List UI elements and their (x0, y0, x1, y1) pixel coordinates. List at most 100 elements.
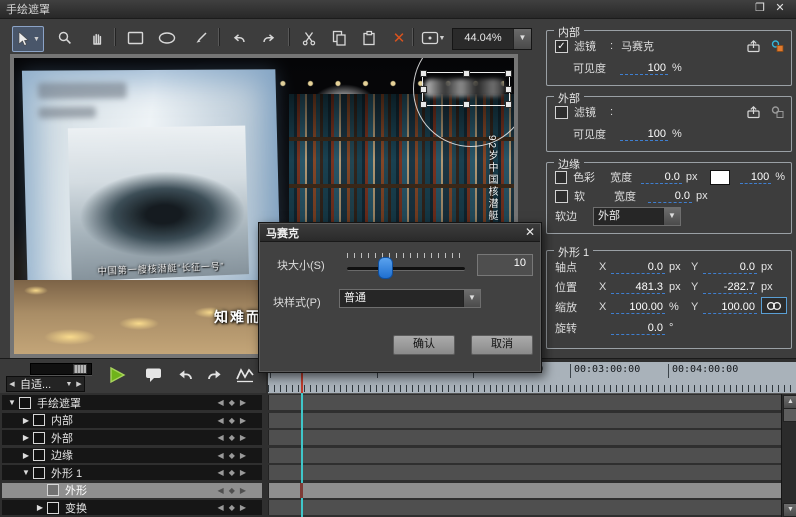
track-checkbox[interactable] (47, 502, 59, 514)
hand-tool-button[interactable] (84, 26, 110, 50)
track-lane[interactable] (268, 465, 781, 480)
zoom-level-caret-icon[interactable]: ▼ (513, 29, 531, 49)
block-size-value[interactable]: 10 (477, 254, 533, 276)
kf-next-icon[interactable]: ▶ (240, 503, 246, 512)
external-filter-checkbox[interactable] (555, 106, 568, 119)
edge-soft-width-value[interactable]: 0.0 (648, 190, 692, 203)
track-lane[interactable] (268, 500, 781, 515)
rotation-value[interactable]: 0.0 (611, 322, 665, 335)
delete-button[interactable]: ✕ (386, 26, 412, 50)
comment-button[interactable] (140, 361, 166, 389)
anchor-x-value[interactable]: 0.0 (611, 261, 665, 274)
position-x-value[interactable]: 481.3 (611, 281, 665, 294)
filter-settings-icon[interactable] (770, 39, 785, 53)
kf-prev-icon[interactable]: ◀ (218, 398, 224, 407)
mosaic-dialog[interactable]: 马赛克 ✕ 块大小(S) 10 块样式(P) 普通 ▼ 确认 取消 (258, 222, 542, 373)
edge-color-checkbox[interactable] (555, 171, 567, 184)
mask-handle-mid-right[interactable] (505, 86, 512, 93)
kf-prev-icon[interactable]: ◀ (218, 416, 224, 425)
ellipse-tool-button[interactable] (154, 26, 180, 50)
kf-add-icon[interactable]: ◆ (229, 398, 235, 407)
timeline-redo-button[interactable] (202, 361, 228, 389)
track-lane[interactable] (268, 395, 781, 410)
position-y-value[interactable]: -282.7 (703, 281, 757, 294)
kf-next-icon[interactable]: ▶ (240, 468, 246, 477)
track-checkbox[interactable] (33, 432, 45, 444)
kf-next-icon[interactable]: ▶ (240, 398, 246, 407)
expand-icon[interactable]: ▼ (6, 398, 18, 407)
expand-icon[interactable]: ▼ (20, 468, 32, 477)
mask-handle-top-center[interactable] (463, 70, 470, 77)
scroll-down-icon[interactable]: ▼ (783, 503, 796, 517)
undo-button[interactable] (226, 26, 252, 50)
track-checkbox[interactable] (47, 484, 59, 496)
title-bar[interactable]: 手绘遮罩 ❐ ✕ (0, 0, 796, 19)
keyframe-marker[interactable] (300, 483, 303, 498)
track-row-external[interactable]: ▶ 外部 ◀◆▶ (2, 430, 262, 445)
timeline-zoom-slider-handle[interactable] (73, 364, 87, 374)
timeline-undo-button[interactable] (172, 361, 198, 389)
mosaic-dialog-close-icon[interactable]: ✕ (525, 225, 535, 239)
track-checkbox[interactable] (19, 397, 31, 409)
kf-next-icon[interactable]: ▶ (240, 433, 246, 442)
track-checkbox[interactable] (33, 414, 45, 426)
track-row-transform[interactable]: ▶ 变换 ◀◆▶ (2, 500, 262, 515)
track-lane[interactable] (268, 413, 781, 428)
fit-caret-icon[interactable]: ▼ (64, 381, 74, 388)
fit-view-button[interactable]: ▼ (418, 26, 448, 50)
mask-handle-mid-left[interactable] (420, 86, 427, 93)
zoom-level-dropdown[interactable]: 44.04% ▼ (452, 28, 532, 50)
track-row-internal[interactable]: ▶ 内部 ◀◆▶ (2, 413, 262, 428)
internal-visibility-value[interactable]: 100 (620, 62, 668, 75)
kf-next-icon[interactable]: ▶ (240, 416, 246, 425)
timeline-vertical-scrollbar[interactable]: ▲ ▼ (781, 394, 796, 517)
expand-icon[interactable]: ▶ (20, 451, 32, 460)
mask-rectangle[interactable] (422, 72, 510, 106)
anchor-y-value[interactable]: 0.0 (703, 261, 757, 274)
block-size-slider[interactable] (347, 267, 465, 271)
rectangle-tool-button[interactable] (122, 26, 148, 50)
scroll-up-icon[interactable]: ▲ (783, 395, 796, 409)
expand-icon[interactable]: ▶ (34, 503, 46, 512)
playhead-line[interactable] (301, 393, 303, 517)
export-filter-icon[interactable] (746, 39, 761, 53)
close-button[interactable]: ✕ (772, 1, 788, 16)
edge-color-swatch[interactable] (710, 170, 730, 185)
expand-icon[interactable]: ▶ (20, 416, 32, 425)
scale-x-value[interactable]: 100.00 (611, 301, 665, 314)
scale-y-value[interactable]: 100.00 (703, 301, 757, 314)
kf-add-icon[interactable]: ◆ (229, 433, 235, 442)
kf-add-icon[interactable]: ◆ (229, 416, 235, 425)
kf-prev-icon[interactable]: ◀ (218, 433, 224, 442)
spin-left-icon[interactable]: ◀ (7, 380, 17, 388)
track-row-edge[interactable]: ▶ 边缘 ◀◆▶ (2, 448, 262, 463)
paste-button[interactable] (356, 26, 382, 50)
kf-prev-icon[interactable]: ◀ (218, 468, 224, 477)
scrollbar-thumb[interactable] (783, 408, 796, 422)
track-lane[interactable] (268, 448, 781, 463)
expand-icon[interactable]: ▶ (20, 433, 32, 442)
track-row-mask[interactable]: ▼ 手绘遮罩 ◀◆▶ (2, 395, 262, 410)
edge-color-width-value[interactable]: 0.0 (641, 171, 682, 184)
pen-tool-button[interactable] (188, 26, 214, 50)
cut-button[interactable] (296, 26, 322, 50)
maximize-button[interactable]: ❐ (752, 1, 768, 16)
cancel-button[interactable]: 取消 (471, 335, 533, 355)
kf-add-icon[interactable]: ◆ (229, 451, 235, 460)
soft-edge-dropdown[interactable]: 外部 ▼ (593, 207, 681, 226)
select-tool-button[interactable]: ▼ (12, 26, 44, 52)
block-size-slider-handle[interactable] (378, 257, 393, 279)
track-row-shape-selected[interactable]: 外形 ◀◆▶ (2, 483, 262, 498)
mask-handle-top-left[interactable] (420, 70, 427, 77)
scale-link-toggle[interactable] (761, 297, 787, 314)
spin-right-icon[interactable]: ▶ (74, 380, 84, 388)
copy-button[interactable] (326, 26, 352, 50)
block-style-dropdown[interactable]: 普通 ▼ (339, 289, 481, 308)
confirm-button[interactable]: 确认 (393, 335, 455, 355)
track-checkbox[interactable] (33, 467, 45, 479)
kf-prev-icon[interactable]: ◀ (218, 451, 224, 460)
mask-rotate-handle[interactable] (514, 85, 518, 94)
zoom-tool-button[interactable] (52, 26, 78, 50)
kf-add-icon[interactable]: ◆ (229, 486, 235, 495)
external-visibility-value[interactable]: 100 (620, 128, 668, 141)
